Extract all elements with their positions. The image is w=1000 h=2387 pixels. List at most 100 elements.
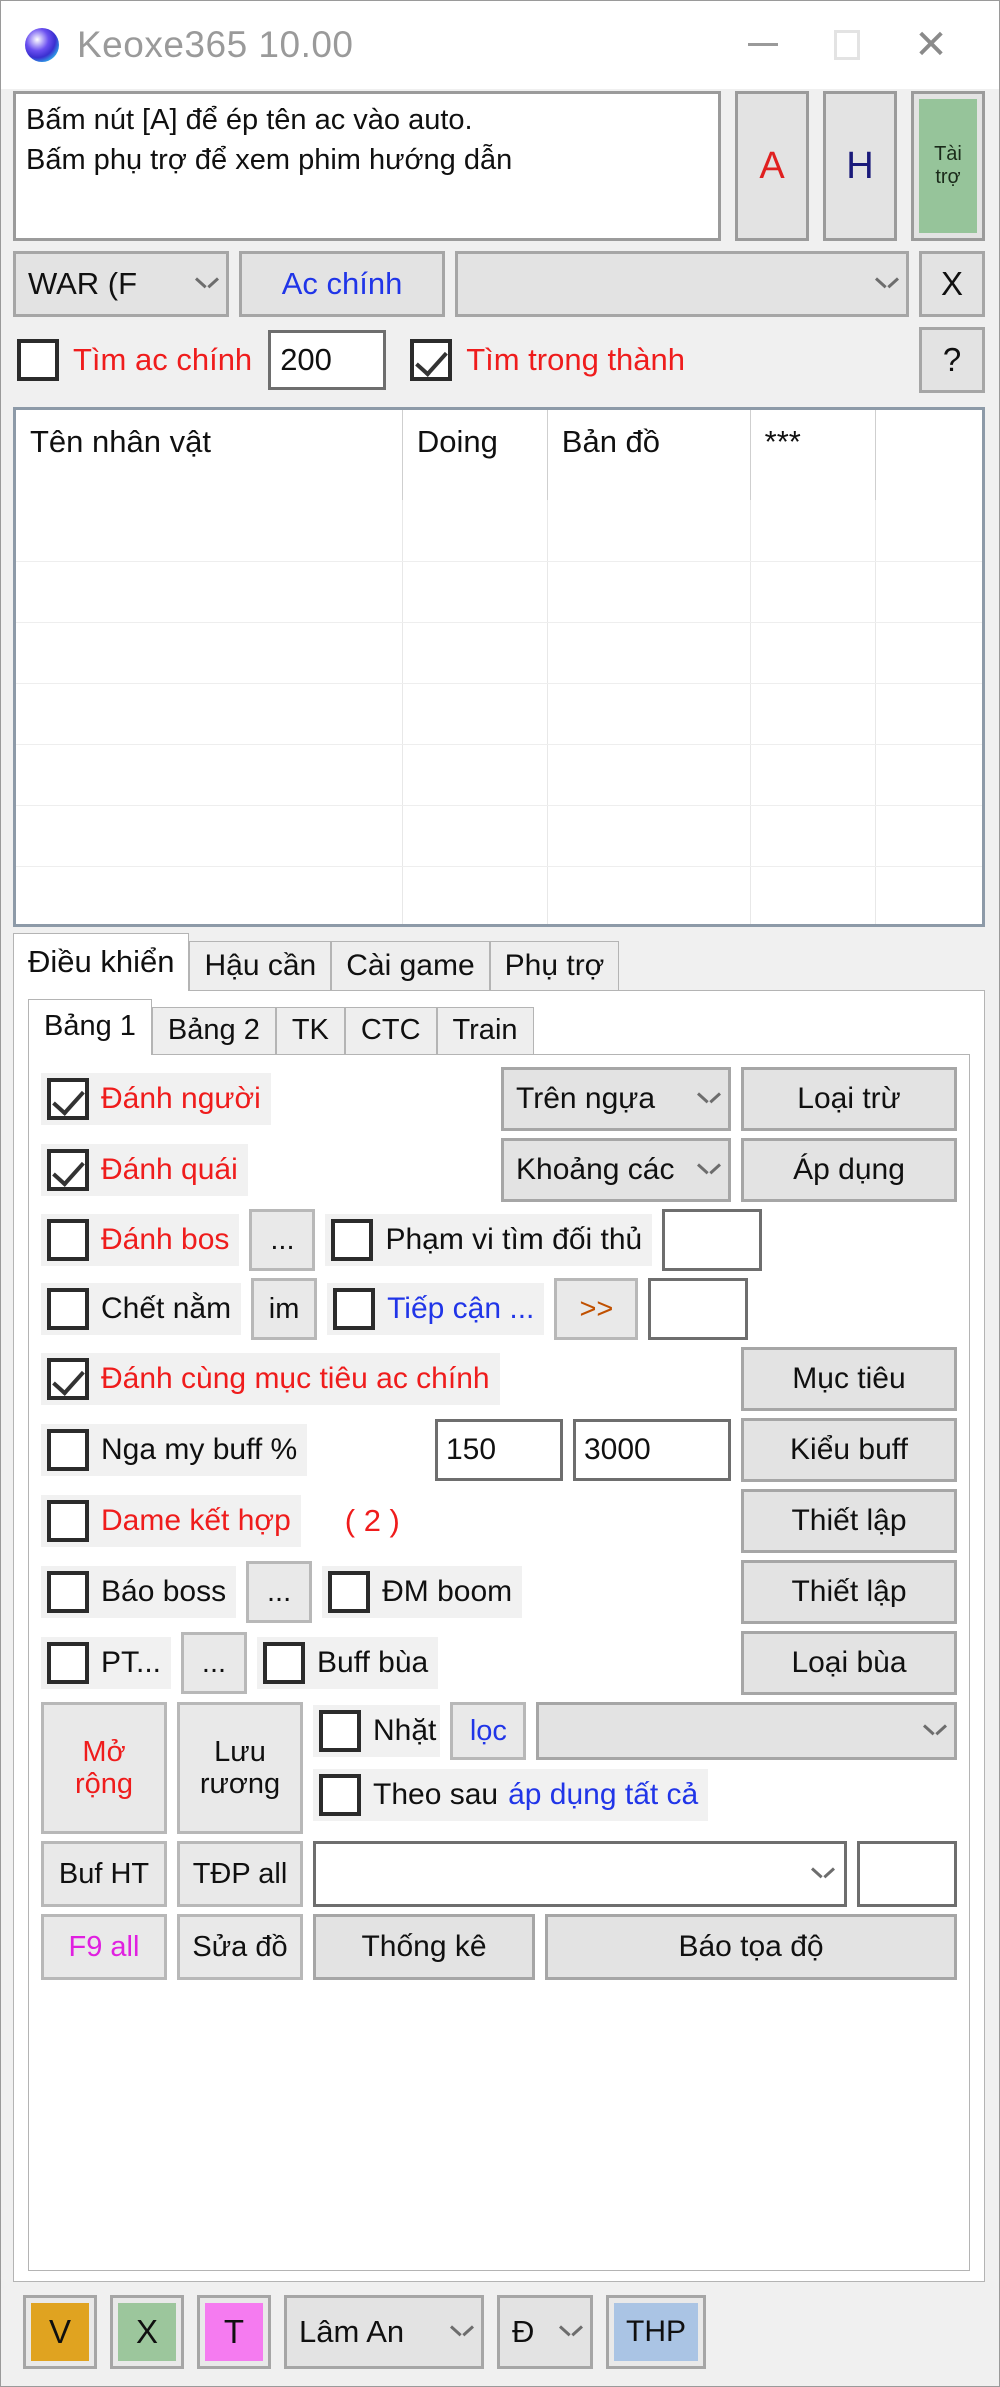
column-header-more[interactable]: ***	[750, 410, 877, 500]
boom-thiet-lap-button[interactable]: Thiết lập	[741, 1560, 957, 1624]
column-header-blank[interactable]	[876, 410, 982, 500]
danh-nguoi-checkbox[interactable]	[47, 1078, 89, 1120]
kieu-buff-button[interactable]: Kiểu buff	[741, 1418, 957, 1482]
mount-select[interactable]: Trên ngựa	[501, 1067, 731, 1131]
dm-boom-group[interactable]: ĐM boom	[322, 1566, 523, 1618]
buf-ht-button[interactable]: Buf HT	[41, 1841, 167, 1907]
tab-hau-can[interactable]: Hậu cần	[189, 941, 332, 991]
tiep-can-input[interactable]	[648, 1278, 749, 1340]
column-header-map[interactable]: Bản đồ	[547, 410, 751, 500]
tab-cai-game[interactable]: Cài game	[331, 941, 490, 991]
bao-boss-checkbox[interactable]	[47, 1571, 89, 1613]
help-button[interactable]: ?	[919, 327, 985, 393]
danh-cung-muc-tieu-group[interactable]: Đánh cùng mục tiêu ac chính	[41, 1353, 500, 1405]
subtab-train[interactable]: Train	[436, 1007, 534, 1055]
target-input[interactable]	[857, 1841, 957, 1907]
instruction-textarea[interactable]: Bấm nút [A] để ép tên ac vào auto. Bấm p…	[13, 91, 721, 241]
table-row[interactable]	[16, 500, 982, 562]
direction-select[interactable]: Đ	[497, 2295, 593, 2369]
chet-nam-group[interactable]: Chết nằm	[41, 1283, 242, 1335]
danh-cung-muc-tieu-checkbox[interactable]	[47, 1358, 89, 1400]
pham-vi-checkbox[interactable]	[331, 1219, 374, 1261]
danh-nguoi-group[interactable]: Đánh người	[41, 1073, 271, 1125]
theo-sau-apply-all-link[interactable]: áp dụng tất cả	[508, 1778, 698, 1812]
h-button[interactable]: H	[823, 91, 897, 241]
map-select[interactable]: Lâm An	[284, 2295, 484, 2369]
ap-dung-button[interactable]: Áp dụng	[741, 1138, 957, 1202]
table-row[interactable]	[16, 622, 982, 684]
bao-boss-group[interactable]: Báo boss	[41, 1566, 237, 1618]
find-main-checkbox[interactable]	[17, 339, 59, 381]
distance-select[interactable]: Khoảng các	[501, 1138, 731, 1202]
find-city-checkbox[interactable]	[410, 339, 453, 381]
loai-tru-button[interactable]: Loại trừ	[741, 1067, 957, 1131]
nhat-select[interactable]	[536, 1702, 957, 1760]
nhat-checkbox[interactable]	[319, 1710, 361, 1752]
danh-quai-group[interactable]: Đánh quái	[41, 1144, 248, 1196]
x-button[interactable]: X	[110, 2295, 184, 2369]
tiep-can-next-button[interactable]: >>	[554, 1278, 639, 1340]
donate-button[interactable]: Tài trợ	[911, 91, 985, 241]
maximize-icon[interactable]	[805, 1, 889, 89]
buff-bua-checkbox[interactable]	[263, 1642, 306, 1684]
column-header-name[interactable]: Tên nhân vật	[16, 410, 403, 500]
t-button[interactable]: T	[197, 2295, 271, 2369]
danh-bos-group[interactable]: Đánh bos	[41, 1214, 240, 1266]
loc-button[interactable]: lọc	[450, 1702, 527, 1760]
v-button[interactable]: V	[23, 2295, 97, 2369]
dame-thiet-lap-button[interactable]: Thiết lập	[741, 1489, 957, 1553]
buff-bua-group[interactable]: Buff bùa	[257, 1637, 439, 1689]
danh-bos-checkbox[interactable]	[47, 1219, 89, 1261]
range-input[interactable]: 200	[268, 330, 387, 390]
table-row[interactable]	[16, 744, 982, 806]
tiep-can-checkbox[interactable]	[333, 1288, 376, 1330]
pt-options-button[interactable]: ...	[181, 1632, 248, 1694]
tiep-can-group[interactable]: Tiếp cận ...	[327, 1283, 545, 1335]
dame-ket-hop-group[interactable]: Dame kết hợp	[41, 1495, 301, 1547]
subtab-ctc[interactable]: CTC	[344, 1007, 437, 1055]
thp-button[interactable]: THP	[606, 2295, 706, 2369]
dame-ket-hop-checkbox[interactable]	[47, 1500, 89, 1542]
nga-my-buff-checkbox[interactable]	[47, 1429, 89, 1471]
buff-delay-input[interactable]: 3000	[573, 1419, 731, 1481]
server-select[interactable]: WAR (F	[13, 251, 229, 317]
mo-rong-button[interactable]: Mở rộng	[41, 1702, 167, 1834]
account-select[interactable]	[455, 251, 909, 317]
muc-tieu-button[interactable]: Mục tiêu	[741, 1347, 957, 1411]
tab-phu-tro[interactable]: Phụ trợ	[489, 941, 620, 991]
thong-ke-button[interactable]: Thống kê	[313, 1914, 535, 1980]
loai-bua-button[interactable]: Loại bùa	[741, 1631, 957, 1695]
subtab-bang-2[interactable]: Bảng 2	[151, 1007, 276, 1055]
nga-my-buff-group[interactable]: Nga my buff %	[41, 1424, 308, 1476]
tdp-all-button[interactable]: TĐP all	[177, 1841, 303, 1907]
table-row[interactable]	[16, 683, 982, 745]
table-row[interactable]	[16, 805, 982, 867]
danh-bos-options-button[interactable]: ...	[249, 1209, 316, 1271]
pt-group[interactable]: PT...	[41, 1637, 172, 1689]
theo-sau-checkbox[interactable]	[319, 1774, 361, 1816]
table-row[interactable]	[16, 561, 982, 623]
subtab-bang-1[interactable]: Bảng 1	[28, 999, 152, 1055]
a-button[interactable]: A	[735, 91, 809, 241]
buff-percent-input[interactable]: 150	[435, 1419, 563, 1481]
clear-button[interactable]: X	[919, 251, 985, 317]
minimize-icon[interactable]	[721, 1, 805, 89]
danh-quai-checkbox[interactable]	[47, 1149, 89, 1191]
target-combo[interactable]	[313, 1841, 847, 1907]
dm-boom-checkbox[interactable]	[328, 1571, 371, 1613]
pt-checkbox[interactable]	[47, 1642, 89, 1684]
main-account-button[interactable]: Ac chính	[239, 251, 445, 317]
subtab-tk[interactable]: TK	[275, 1007, 345, 1055]
chet-nam-checkbox[interactable]	[47, 1288, 89, 1330]
table-row[interactable]	[16, 866, 982, 924]
close-icon[interactable]: ✕	[889, 1, 973, 89]
pham-vi-group[interactable]: Phạm vi tìm đối thủ	[325, 1214, 653, 1266]
bao-boss-options-button[interactable]: ...	[246, 1561, 313, 1623]
im-button[interactable]: im	[251, 1278, 318, 1340]
f9-all-button[interactable]: F9 all	[41, 1914, 167, 1980]
tab-dieu-khien[interactable]: Điều khiển	[13, 933, 190, 991]
sua-do-button[interactable]: Sửa đồ	[177, 1914, 303, 1980]
column-header-doing[interactable]: Doing	[402, 410, 548, 500]
pham-vi-input[interactable]	[662, 1209, 763, 1271]
bao-toa-do-button[interactable]: Báo tọa độ	[545, 1914, 957, 1980]
